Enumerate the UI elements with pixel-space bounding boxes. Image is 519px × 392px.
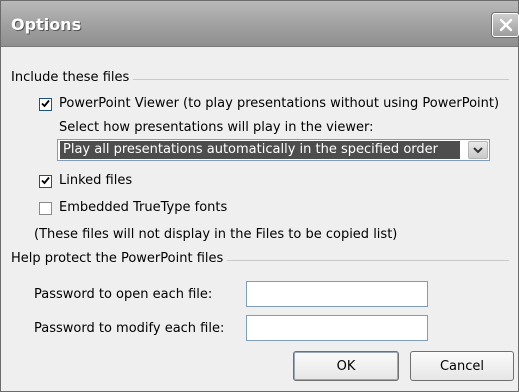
ok-button[interactable]: OK [293, 351, 399, 381]
options-dialog: Options Include these files PowerPoint V… [0, 0, 519, 392]
viewer-play-mode-dropdown[interactable]: Play all presentations automatically in … [57, 139, 490, 161]
close-button[interactable] [492, 13, 519, 37]
dialog-title: Options [11, 15, 82, 34]
protect-group-label: Help protect the PowerPoint files [11, 251, 228, 266]
modify-password-label: Password to modify each file: [34, 321, 225, 336]
embedded-fonts-label: Embedded TrueType fonts [59, 200, 228, 215]
close-icon [499, 18, 513, 32]
include-group-label: Include these files [11, 70, 134, 85]
open-password-field[interactable] [246, 281, 428, 307]
embedded-fonts-checkbox[interactable] [39, 202, 52, 215]
title-bar[interactable]: Options [1, 1, 519, 47]
files-note: (These files will not display in the Fil… [34, 227, 398, 242]
chevron-down-icon [473, 143, 483, 158]
linked-files-label: Linked files [59, 173, 133, 188]
modify-password-field[interactable] [246, 315, 428, 341]
checkmark-icon [41, 174, 50, 189]
viewer-prompt: Select how presentations will play in th… [59, 120, 374, 135]
linked-files-checkbox[interactable] [39, 175, 52, 188]
dropdown-selected-value: Play all presentations automatically in … [60, 141, 460, 159]
viewer-checkbox[interactable] [39, 98, 52, 111]
dropdown-arrow-button[interactable] [468, 141, 488, 159]
checkmark-icon [41, 97, 50, 112]
viewer-checkbox-label: PowerPoint Viewer (to play presentations… [59, 96, 500, 111]
open-password-label: Password to open each file: [34, 287, 213, 302]
cancel-button[interactable]: Cancel [410, 351, 514, 381]
